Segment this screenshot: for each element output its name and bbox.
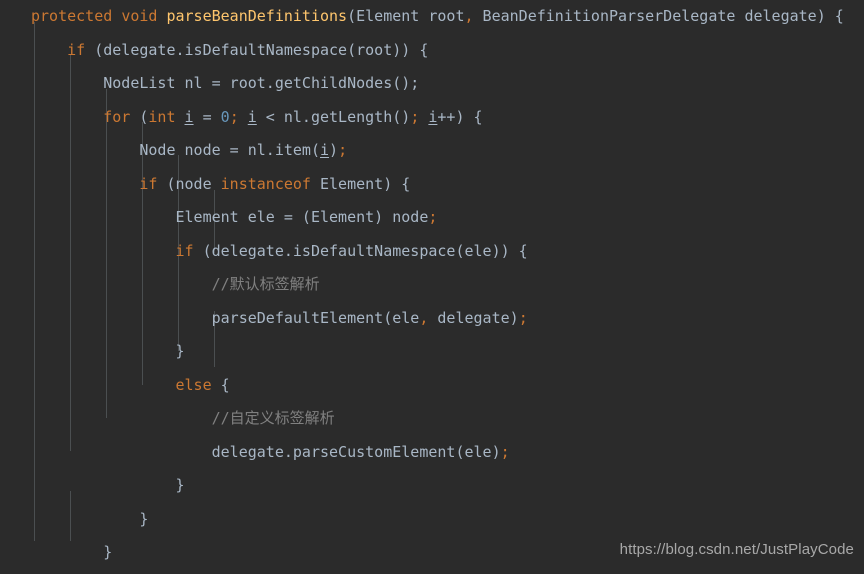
code-line-7: Element ele = (Element) node; — [175, 208, 438, 226]
source-code-block[interactable]: protected void parseBeanDefinitions(Elem… — [0, 0, 864, 574]
code-line-15-text: } — [175, 476, 185, 494]
code-line-10: parseDefaultElement(ele, delegate); — [211, 308, 528, 327]
code-line-10-a: parseDefaultElement(ele — [211, 308, 420, 327]
code-line-9: //默认标签解析 — [0, 268, 864, 302]
keyword-else-1: else — [175, 375, 212, 394]
code-line-18: } — [0, 570, 864, 574]
keyword-int: int — [148, 107, 176, 126]
variable-i-decl: i — [184, 107, 194, 126]
keyword-if-3: if — [175, 241, 194, 260]
code-line-2-rest: (delegate.isDefaultNamespace(root)) { — [85, 40, 429, 59]
code-line-16-text: } — [139, 509, 149, 528]
keyword-protected: protected — [31, 7, 113, 25]
variable-i-cond: i — [247, 107, 257, 126]
code-line-5-b: ) — [329, 141, 339, 159]
keyword-void: void — [121, 7, 158, 25]
keyword-for: for — [103, 107, 131, 126]
keyword-if-1: if — [67, 40, 86, 59]
code-line-12-rest: { — [211, 375, 230, 394]
code-line-3: NodeList nl = root.getChildNodes(); — [0, 67, 864, 101]
code-line-5-a: Node node = nl.item( — [139, 141, 320, 159]
code-line-11-text: } — [175, 342, 185, 360]
variable-i-arg: i — [320, 141, 330, 159]
code-line-6: if (node instanceof Element) { — [139, 174, 411, 193]
comment-custom-tag-parse: //自定义标签解析 — [211, 409, 335, 427]
code-line-13: //自定义标签解析 — [0, 402, 864, 436]
code-line-8: if (delegate.isDefaultNamespace(ele)) { — [0, 235, 864, 269]
watermark-url: https://blog.csdn.net/JustPlayCode — [619, 540, 854, 558]
code-line-17-text: } — [103, 543, 113, 561]
code-line-8-rest: (delegate.isDefaultNamespace(ele)) { — [193, 241, 528, 260]
code-line-14-a: delegate.parseCustomElement(ele) — [211, 442, 501, 461]
code-line-5: Node node = nl.item(i); — [139, 141, 348, 159]
code-line-1-params: (Element root, BeanDefinitionParserDeleg… — [347, 7, 844, 25]
code-line-12: else { — [0, 369, 864, 403]
code-line-4: for (int i = 0; i < nl.getLength(); i++)… — [103, 107, 483, 126]
code-line-2: if (delegate.isDefaultNamespace(root)) { — [0, 34, 864, 68]
code-line-14: delegate.parseCustomElement(ele); — [211, 442, 510, 461]
code-editor-viewport: protected void parseBeanDefinitions(Elem… — [0, 0, 864, 574]
code-line-10-b: delegate) — [428, 308, 519, 327]
code-line-16: } — [0, 503, 864, 537]
code-line-1: protected void parseBeanDefinitions(Elem… — [0, 0, 864, 34]
code-line-3-text: NodeList nl = root.getChildNodes(); — [103, 74, 420, 92]
keyword-if-2: if — [139, 174, 158, 193]
code-line-15: } — [0, 469, 864, 503]
method-name: parseBeanDefinitions — [166, 7, 348, 25]
comment-default-tag-parse: //默认标签解析 — [211, 275, 320, 293]
keyword-instanceof: instanceof — [220, 174, 311, 193]
code-line-11: } — [0, 335, 864, 369]
number-literal-zero: 0 — [220, 107, 230, 126]
code-line-7-a: Element ele = (Element) node — [175, 208, 429, 226]
